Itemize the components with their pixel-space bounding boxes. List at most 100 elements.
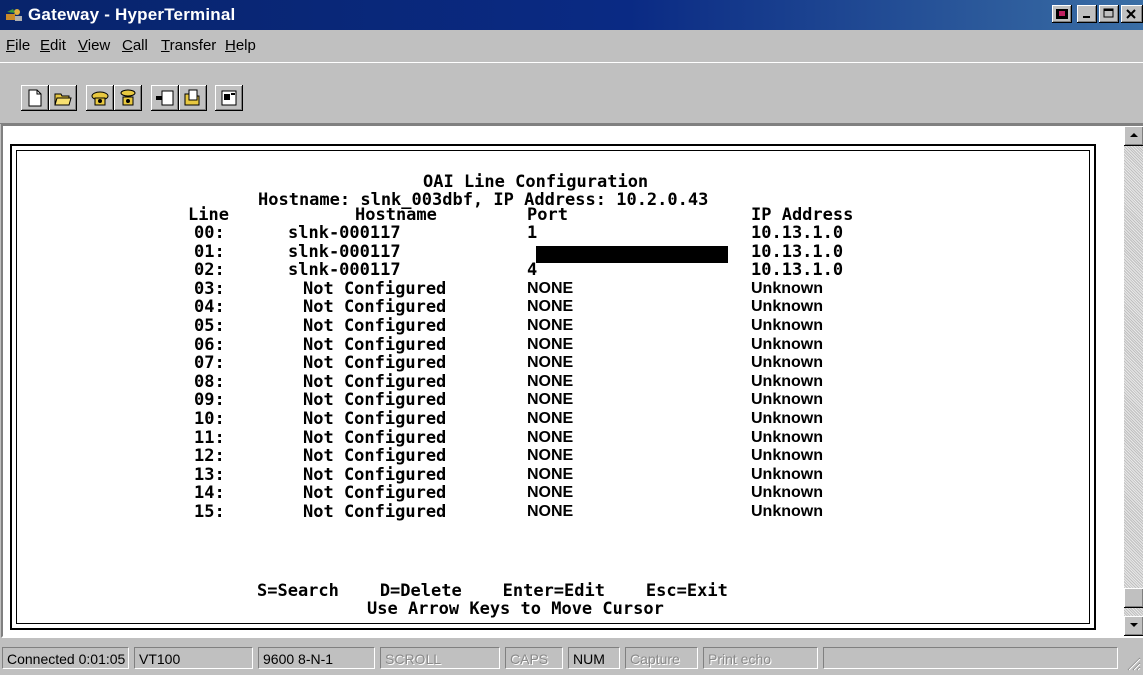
- window-title: Gateway - HyperTerminal: [28, 5, 236, 24]
- cell-ip[interactable]: Unknown: [751, 484, 823, 502]
- hyperterminal-icon: [6, 9, 22, 21]
- cell-port[interactable]: NONE: [527, 447, 573, 465]
- cell-hostname[interactable]: Not Configured: [303, 280, 446, 298]
- cell-port[interactable]: NONE: [527, 466, 573, 484]
- cell-port[interactable]: NONE: [527, 484, 573, 502]
- restore-icon[interactable]: [1052, 5, 1072, 23]
- toolbar: [0, 62, 1143, 124]
- menu-edit[interactable]: Edit: [40, 37, 66, 54]
- cell-ip[interactable]: Unknown: [751, 317, 823, 335]
- cell-ip[interactable]: Unknown: [751, 466, 823, 484]
- status-capture: Capture: [625, 647, 698, 669]
- cell-hostname[interactable]: Not Configured: [303, 447, 446, 465]
- menu-call[interactable]: Call: [122, 37, 148, 54]
- cell-hostname[interactable]: Not Configured: [303, 466, 446, 484]
- cell-hostname[interactable]: Not Configured: [303, 503, 446, 521]
- cell-hostname[interactable]: slnk-000117: [288, 224, 401, 242]
- cell-ip[interactable]: Unknown: [751, 391, 823, 409]
- send-icon[interactable]: [151, 85, 179, 111]
- cell-port[interactable]: NONE: [527, 280, 573, 298]
- scroll-thumb[interactable]: [1124, 588, 1143, 608]
- cell-port[interactable]: NONE: [527, 373, 573, 391]
- cell-hostname[interactable]: Not Configured: [303, 336, 446, 354]
- status-num: NUM: [568, 647, 620, 669]
- cell-port[interactable]: 1: [527, 224, 537, 242]
- cell-hostname[interactable]: Not Configured: [303, 298, 446, 316]
- close-button[interactable]: [1121, 5, 1143, 23]
- cell-line: 09:: [194, 390, 225, 410]
- col-header-port: Port: [527, 205, 568, 225]
- menu-transfer[interactable]: Transfer: [161, 37, 216, 54]
- new-icon[interactable]: [21, 85, 49, 111]
- cell-hostname[interactable]: slnk-000117: [288, 261, 401, 279]
- cell-port[interactable]: 4: [527, 261, 537, 279]
- cell-hostname[interactable]: Not Configured: [303, 317, 446, 335]
- cell-line: 06:: [194, 335, 225, 355]
- vertical-scrollbar[interactable]: [1124, 126, 1143, 636]
- resize-grip-icon[interactable]: [1125, 655, 1141, 671]
- title-bar[interactable]: Gateway - HyperTerminal: [0, 0, 1143, 30]
- status-caps: CAPS: [505, 647, 563, 669]
- menu-view[interactable]: View: [78, 37, 110, 54]
- minimize-button[interactable]: [1077, 5, 1097, 23]
- disconnect-icon[interactable]: [114, 85, 142, 111]
- status-print-echo: Print echo: [703, 647, 818, 669]
- cell-hostname[interactable]: Not Configured: [303, 373, 446, 391]
- cell-line: 13:: [194, 465, 225, 485]
- cell-ip[interactable]: Unknown: [751, 410, 823, 428]
- col-header-ip: IP Address: [751, 205, 854, 225]
- cell-port[interactable]: NONE: [527, 429, 573, 447]
- cell-line: 11:: [194, 428, 225, 448]
- cell-port[interactable]: NONE: [527, 391, 573, 409]
- navigation-hint: Use Arrow Keys to Move Cursor: [367, 599, 664, 619]
- cell-line: 15:: [194, 502, 225, 522]
- menu-bar: File Edit View Call Transfer Help: [0, 32, 1143, 58]
- cell-ip[interactable]: 10.13.1.0: [751, 224, 843, 242]
- menu-help[interactable]: Help: [225, 37, 256, 54]
- cell-port[interactable]: NONE: [527, 503, 573, 521]
- status-settings: 9600 8-N-1: [258, 647, 375, 669]
- cell-ip[interactable]: Unknown: [751, 354, 823, 372]
- cell-ip[interactable]: Unknown: [751, 373, 823, 391]
- cell-ip[interactable]: Unknown: [751, 298, 823, 316]
- cell-port[interactable]: NONE: [527, 317, 573, 335]
- connect-icon[interactable]: [86, 85, 114, 111]
- cell-line: 00:: [194, 223, 225, 243]
- cell-port[interactable]: NONE: [527, 336, 573, 354]
- cell-line: 08:: [194, 372, 225, 392]
- cell-ip[interactable]: Unknown: [751, 336, 823, 354]
- cell-hostname[interactable]: Not Configured: [303, 354, 446, 372]
- cell-ip[interactable]: Unknown: [751, 503, 823, 521]
- cell-line: 05:: [194, 316, 225, 336]
- maximize-button[interactable]: [1099, 5, 1119, 23]
- status-empty: [823, 647, 1118, 669]
- cell-port[interactable]: NONE: [527, 410, 573, 428]
- cell-hostname[interactable]: Not Configured: [303, 410, 446, 428]
- screen-title: OAI Line Configuration: [423, 172, 649, 192]
- cell-line: 10:: [194, 409, 225, 429]
- cell-ip[interactable]: 10.13.1.0: [751, 261, 843, 279]
- cell-ip[interactable]: 10.13.1.0: [751, 243, 843, 261]
- receive-icon[interactable]: [179, 85, 207, 111]
- status-scroll: SCROLL: [380, 647, 500, 669]
- cell-port[interactable]: NONE: [527, 298, 573, 316]
- cell-hostname[interactable]: Not Configured: [303, 429, 446, 447]
- menu-file[interactable]: File: [6, 37, 30, 54]
- cell-port[interactable]: 2: [527, 243, 537, 261]
- cell-ip[interactable]: Unknown: [751, 447, 823, 465]
- cell-line: 03:: [194, 279, 225, 299]
- cell-port[interactable]: NONE: [527, 354, 573, 372]
- cell-line: 07:: [194, 353, 225, 373]
- cell-ip[interactable]: Unknown: [751, 280, 823, 298]
- screen-subtitle: Hostname: slnk_003dbf, IP Address: 10.2.…: [258, 190, 709, 210]
- scroll-down-icon[interactable]: [1124, 616, 1143, 636]
- cell-ip[interactable]: Unknown: [751, 429, 823, 447]
- scroll-up-icon[interactable]: [1124, 126, 1143, 146]
- cell-hostname[interactable]: slnk-000117: [288, 243, 401, 261]
- cell-hostname[interactable]: Not Configured: [303, 391, 446, 409]
- properties-icon[interactable]: [215, 85, 243, 111]
- status-connected: Connected 0:01:05: [2, 647, 129, 669]
- open-icon[interactable]: [49, 85, 77, 111]
- cell-hostname[interactable]: Not Configured: [303, 484, 446, 502]
- key-legend: S=Search D=Delete Enter=Edit Esc=Exit: [257, 581, 728, 601]
